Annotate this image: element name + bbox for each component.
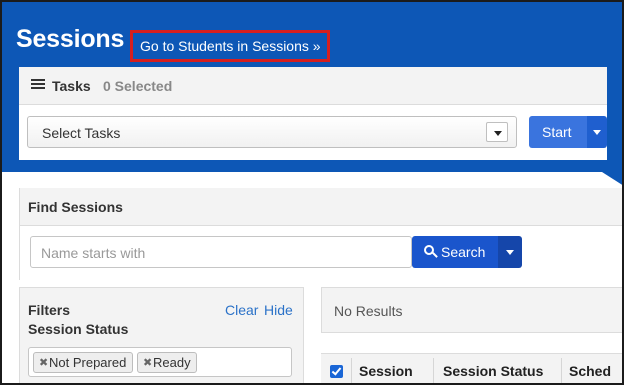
search-button-label: Search <box>441 244 486 260</box>
column-header-session[interactable]: Session <box>359 363 413 379</box>
page-title: Sessions <box>16 25 125 53</box>
chevron-down-icon <box>506 250 514 255</box>
chip-label: Not Prepared <box>49 355 127 370</box>
remove-chip-icon[interactable]: ✖ <box>143 356 152 369</box>
filters-panel: Filters Clear Hide Session Status ✖ Not … <box>19 287 304 383</box>
chevron-down-icon <box>593 130 601 135</box>
chip-label: Ready <box>153 355 191 370</box>
results-table-header: Session Session Status Sched <box>321 353 622 383</box>
remove-chip-icon[interactable]: ✖ <box>39 356 48 369</box>
tasks-selected-count: 0 Selected <box>103 78 173 94</box>
tasks-list-icon <box>31 79 45 90</box>
dropdown-caret-box <box>486 122 508 142</box>
chevron-down-icon <box>494 131 502 136</box>
start-button[interactable]: Start <box>529 116 587 148</box>
column-divider <box>433 358 434 383</box>
search-dropdown-toggle[interactable] <box>498 236 522 268</box>
select-all-checkbox[interactable] <box>330 365 343 378</box>
column-divider <box>351 358 352 383</box>
page-frame: Sessions Go to Students in Sessions » Ta… <box>0 0 624 385</box>
status-chip-ready[interactable]: ✖ Ready <box>137 352 197 373</box>
search-placeholder: Name starts with <box>41 245 146 261</box>
column-header-schedule[interactable]: Sched <box>569 363 611 379</box>
results-area: No Results Session Session Status Sched <box>321 287 622 383</box>
select-tasks-dropdown[interactable]: Select Tasks <box>27 116 517 148</box>
header-notch <box>602 172 622 186</box>
no-results-bar: No Results <box>321 287 622 333</box>
search-button[interactable]: Search <box>412 236 498 268</box>
hide-filters-link[interactable]: Hide <box>264 302 293 318</box>
start-button-label: Start <box>542 124 572 140</box>
session-status-label: Session Status <box>28 321 129 337</box>
status-chip-not-prepared[interactable]: ✖ Not Prepared <box>33 352 133 373</box>
column-divider <box>561 358 562 383</box>
find-sessions-panel: Find Sessions Name starts with Search <box>19 188 622 280</box>
tasks-panel: Tasks 0 Selected Select Tasks Start <box>19 67 607 160</box>
tasks-header: Tasks 0 Selected <box>19 67 607 105</box>
goto-students-link[interactable]: Go to Students in Sessions » <box>140 38 321 54</box>
no-results-message: No Results <box>334 303 403 319</box>
tasks-title: Tasks <box>52 78 91 94</box>
start-dropdown-toggle[interactable] <box>587 116 607 148</box>
find-sessions-header: Find Sessions <box>20 188 622 226</box>
search-icon-handle <box>432 252 438 258</box>
column-header-session-status[interactable]: Session Status <box>443 363 543 379</box>
select-tasks-label: Select Tasks <box>42 125 121 141</box>
session-status-multiselect[interactable]: ✖ Not Prepared ✖ Ready <box>28 347 292 377</box>
search-input[interactable]: Name starts with <box>30 236 412 268</box>
clear-filters-link[interactable]: Clear <box>225 302 258 318</box>
find-sessions-title: Find Sessions <box>28 199 123 215</box>
filters-title: Filters <box>28 302 71 318</box>
